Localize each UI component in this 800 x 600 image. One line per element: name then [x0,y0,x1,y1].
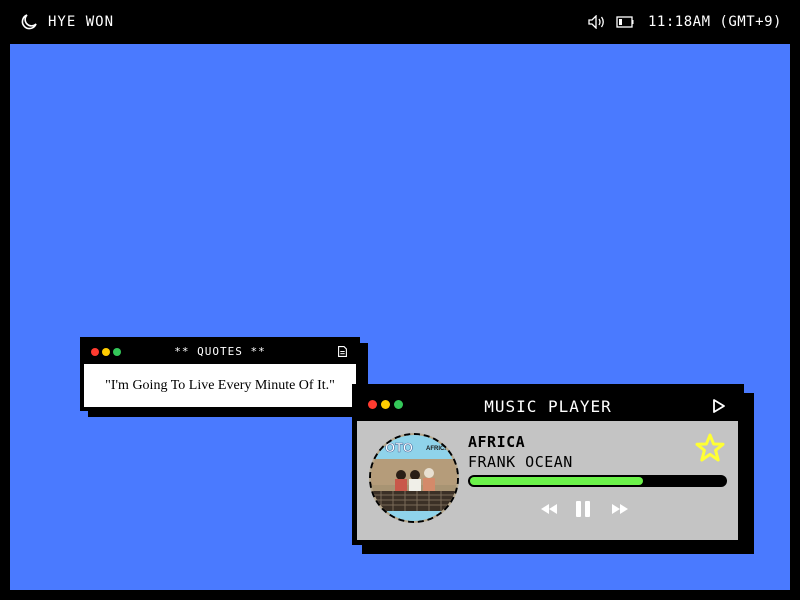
user-name: HYE WON [48,14,115,30]
battery-icon[interactable] [616,16,634,28]
volume-icon[interactable] [588,15,606,29]
menu-bar: HYE WON 11:18AM (GMT+9) [0,0,800,44]
pause-icon[interactable] [573,500,593,518]
moon-icon[interactable] [20,13,38,31]
quote-text: "I'm Going To Live Every Minute Of It." [84,364,356,407]
progress-bar[interactable] [468,475,727,487]
album-art: OTO AFRICA [369,433,459,523]
quotes-window-title: ** QUOTES ** [174,345,266,358]
track-artist: FRANK OCEAN [468,453,573,471]
fast-forward-icon[interactable] [610,500,630,518]
play-icon[interactable] [712,399,726,413]
music-player-title: MUSIC PLAYER [484,397,612,416]
music-player-window[interactable]: MUSIC PLAYER OTO AFRICA AFRICA FRANK OCE… [352,384,744,545]
favorite-star-icon[interactable] [695,433,725,463]
quotes-window[interactable]: ** QUOTES ** "I'm Going To Live Every Mi… [80,337,360,411]
album-label-right: AFRICA [426,446,449,452]
document-icon[interactable] [338,346,347,357]
album-label-left: OTO [385,440,413,455]
progress-fill [470,477,643,485]
clock: 11:18AM (GMT+9) [648,14,782,30]
track-title: AFRICA [468,433,526,451]
album-art-image: OTO AFRICA [371,435,457,521]
player-panel: OTO AFRICA AFRICA FRANK OCEAN [357,421,738,540]
rewind-icon[interactable] [539,500,559,518]
